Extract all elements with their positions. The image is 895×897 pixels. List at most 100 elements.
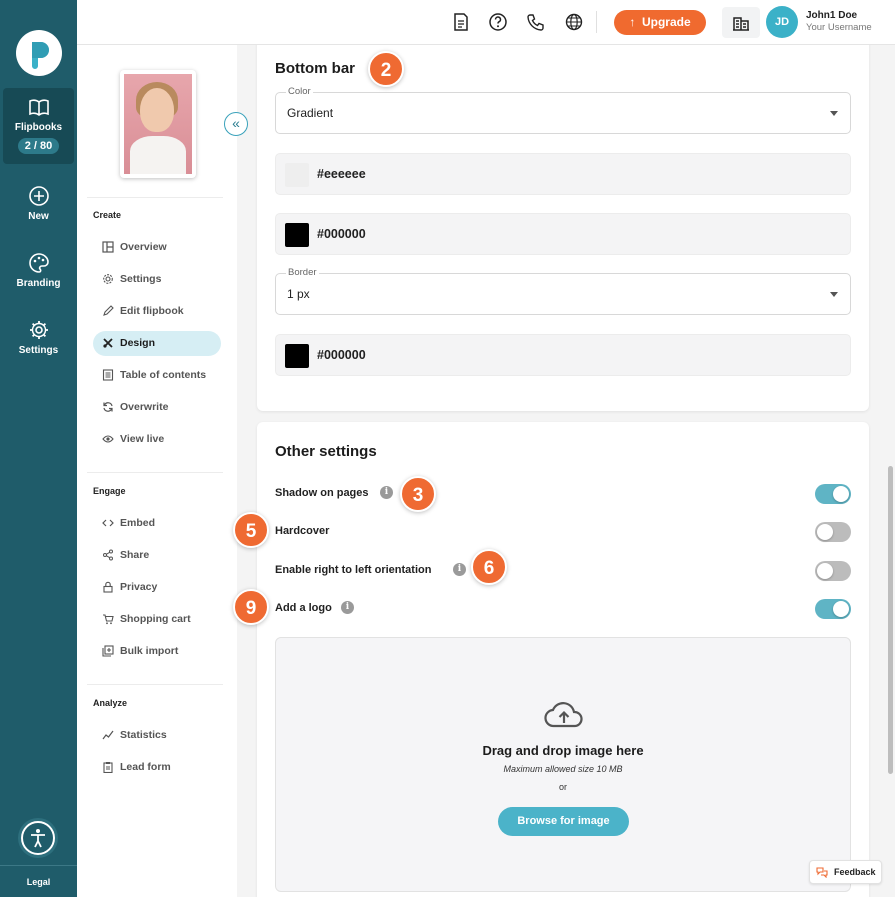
top-bar: ↑ Upgrade JD John1 Doe Your Username	[77, 0, 895, 45]
globe-icon[interactable]	[564, 12, 584, 32]
info-icon[interactable]: i	[453, 563, 466, 576]
rail-item-label: Flipbooks	[14, 122, 63, 133]
setting-label: Add a logo	[275, 602, 332, 614]
bulk-import-icon	[102, 645, 114, 657]
nav-item-label: Statistics	[120, 729, 167, 741]
setting-rtl-orientation: Enable right to left orientation i	[275, 559, 851, 583]
border-color-picker[interactable]: #000000	[275, 334, 851, 376]
cover-face	[140, 88, 174, 132]
setting-label: Shadow on pages	[275, 487, 369, 499]
nav-item-share[interactable]: Share	[93, 543, 221, 568]
logo-dropzone[interactable]: Drag and drop image here Maximum allowed…	[275, 637, 851, 892]
nav-item-overwrite[interactable]: Overwrite	[93, 395, 221, 420]
nav-item-design[interactable]: Design	[93, 331, 221, 356]
nav-item-settings[interactable]: Settings	[93, 267, 221, 292]
main-content: Bottom bar Color Gradient #eeeeee #00000…	[237, 45, 895, 897]
flipbook-count-badge: 2 / 80	[17, 138, 60, 154]
border-select-label: Border	[286, 267, 319, 278]
rail-item-settings[interactable]: Settings	[0, 319, 77, 356]
gear-icon	[103, 274, 113, 284]
shadow-toggle[interactable]	[815, 484, 851, 504]
color-select[interactable]: Color Gradient	[275, 86, 851, 134]
step-badge: 6	[471, 549, 507, 585]
rtl-toggle[interactable]	[815, 561, 851, 581]
flipbook-side-nav: « Create Overview Settings Edit flipbook…	[77, 45, 248, 897]
step-badge: 2	[368, 51, 404, 87]
app-logo[interactable]	[16, 30, 62, 76]
browse-for-image-button[interactable]: Browse for image	[498, 807, 629, 836]
nav-item-statistics[interactable]: Statistics	[93, 723, 221, 748]
avatar[interactable]: JD	[766, 6, 798, 38]
nav-divider	[87, 197, 223, 198]
left-rail: Flipbooks 2 / 80 New Branding Settings L…	[0, 0, 77, 897]
scrollbar-thumb[interactable]	[888, 466, 893, 774]
flipbook-cover-image	[124, 74, 192, 174]
nav-heading-create: Create	[93, 210, 122, 220]
other-settings-title: Other settings	[275, 443, 377, 460]
layout-icon	[102, 241, 114, 253]
setting-hardcover: Hardcover	[275, 520, 851, 544]
caret-down-icon	[830, 292, 838, 297]
caret-down-icon	[830, 111, 838, 116]
eye-icon	[102, 435, 114, 443]
rail-item-new[interactable]: New	[0, 185, 77, 222]
rail-item-label: Settings	[18, 345, 59, 356]
share-icon	[103, 549, 113, 561]
chart-line-icon	[102, 730, 114, 740]
rail-item-branding[interactable]: Branding	[0, 252, 77, 289]
nav-item-label: Table of contents	[120, 369, 207, 381]
color-picker-2[interactable]: #000000	[275, 213, 851, 255]
setting-label: Hardcover	[275, 525, 330, 537]
hardcover-toggle[interactable]	[815, 522, 851, 542]
nav-item-shopping-cart[interactable]: Shopping cart	[93, 607, 221, 632]
document-icon[interactable]	[451, 12, 471, 32]
nav-item-privacy[interactable]: Privacy	[93, 575, 221, 600]
feedback-label: Feedback	[834, 867, 876, 877]
phone-icon[interactable]	[526, 12, 546, 32]
info-icon[interactable]: i	[341, 601, 354, 614]
nav-item-table-of-contents[interactable]: Table of contents	[93, 363, 221, 388]
lock-icon	[103, 581, 113, 593]
design-tools-icon	[103, 338, 113, 348]
accessibility-button[interactable]	[21, 821, 55, 855]
step-badge: 3	[400, 476, 436, 512]
cloud-upload-icon	[544, 702, 583, 728]
nav-item-label: Privacy	[120, 581, 158, 593]
nav-item-edit-flipbook[interactable]: Edit flipbook	[93, 299, 221, 324]
nav-item-bulk-import[interactable]: Bulk import	[93, 639, 221, 664]
code-icon	[102, 519, 114, 527]
step-badge: 9	[233, 589, 269, 625]
nav-item-embed[interactable]: Embed	[93, 511, 221, 536]
nav-item-view-live[interactable]: View live	[93, 427, 221, 452]
user-name: John1 Doe	[806, 10, 858, 21]
nav-item-lead-form[interactable]: Lead form	[93, 755, 221, 780]
accessibility-icon	[31, 829, 45, 848]
color-picker-1[interactable]: #eeeeee	[275, 153, 851, 195]
bottom-bar-card: Bottom bar Color Gradient #eeeeee #00000…	[257, 45, 869, 411]
nav-item-overview[interactable]: Overview	[93, 235, 221, 260]
flipbook-thumbnail[interactable]	[120, 70, 196, 178]
nav-item-label: Embed	[120, 517, 156, 529]
color-swatch	[285, 223, 309, 247]
info-icon[interactable]: i	[380, 486, 393, 499]
user-username: Your Username	[806, 22, 872, 33]
arrow-up-icon: ↑	[629, 15, 636, 29]
nav-item-label: Shopping cart	[120, 613, 191, 625]
dropzone-subtitle: Maximum allowed size 10 MB	[503, 764, 623, 774]
setting-label: Enable right to left orientation	[275, 564, 432, 576]
rail-item-label: New	[28, 211, 49, 222]
legal-link[interactable]: Legal	[0, 865, 77, 897]
setting-shadow-on-pages: Shadow on pages i	[275, 482, 851, 506]
feedback-button[interactable]: Feedback	[809, 860, 882, 884]
border-select[interactable]: Border 1 px	[275, 267, 851, 315]
collapse-sidebar-button[interactable]: «	[224, 112, 248, 136]
upgrade-label: Upgrade	[641, 15, 691, 29]
organization-button[interactable]	[722, 7, 760, 38]
add-logo-toggle[interactable]	[815, 599, 851, 619]
toggle-knob	[833, 601, 849, 617]
help-icon[interactable]	[488, 12, 508, 32]
color-hex-value: #000000	[317, 348, 366, 362]
rail-item-flipbooks[interactable]: Flipbooks 2 / 80	[0, 96, 77, 154]
upgrade-button[interactable]: ↑ Upgrade	[614, 10, 706, 35]
color-hex-value: #000000	[317, 227, 366, 241]
